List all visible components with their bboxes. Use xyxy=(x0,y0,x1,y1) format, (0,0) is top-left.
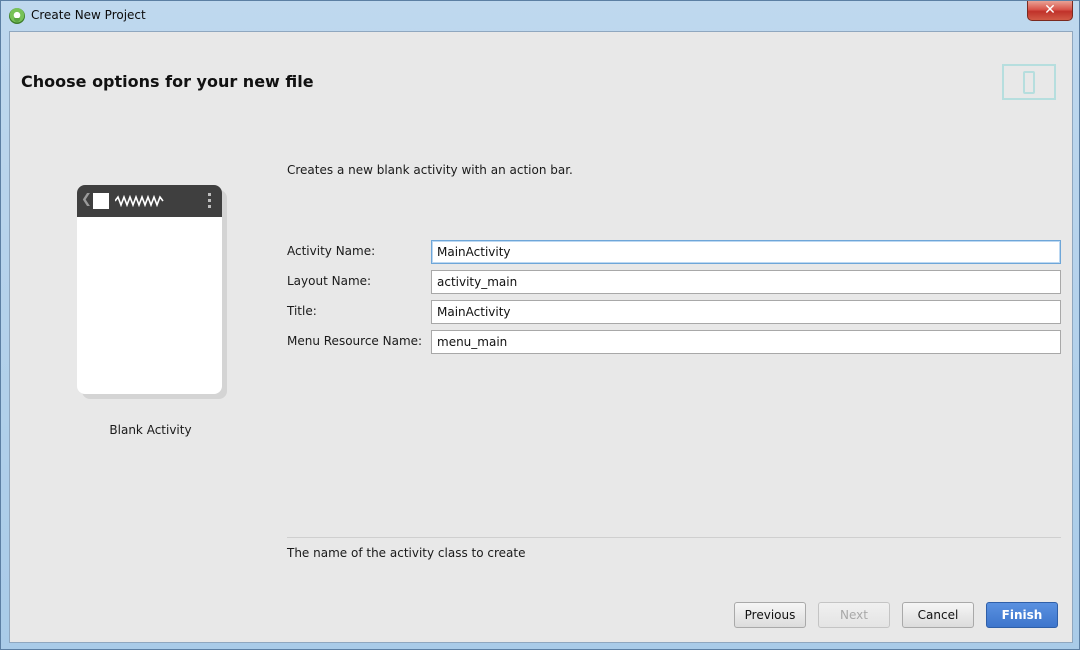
overflow-menu-icon xyxy=(208,193,211,209)
title-label: Title: xyxy=(287,304,317,318)
page-title: Choose options for your new file xyxy=(21,72,314,91)
layout-name-label: Layout Name: xyxy=(287,274,372,288)
create-new-project-window: Create New Project ✕ Choose options for … xyxy=(0,0,1080,650)
preview-action-bar: ❮ xyxy=(77,185,222,217)
menu-resource-name-input[interactable] xyxy=(431,330,1061,354)
layout-name-input[interactable] xyxy=(431,270,1061,294)
title-input[interactable] xyxy=(431,300,1061,324)
activity-name-input[interactable] xyxy=(431,240,1061,264)
menu-resource-name-label: Menu Resource Name: xyxy=(287,334,423,348)
window-title: Create New Project xyxy=(31,8,146,22)
previous-button[interactable]: Previous xyxy=(734,602,806,628)
title-placeholder-icon xyxy=(115,195,164,207)
finish-button[interactable]: Finish xyxy=(986,602,1058,628)
next-button[interactable]: Next xyxy=(818,602,890,628)
divider xyxy=(287,537,1061,538)
template-preview: ❮ xyxy=(77,185,222,394)
template-name: Blank Activity xyxy=(109,423,192,437)
app-logo-icon xyxy=(93,193,109,209)
title-bar[interactable]: Create New Project ✕ xyxy=(1,1,1079,31)
cancel-button[interactable]: Cancel xyxy=(902,602,974,628)
phone-icon xyxy=(1023,71,1035,94)
field-hint: The name of the activity class to create xyxy=(287,546,526,560)
back-chevron-icon: ❮ xyxy=(81,192,92,207)
template-description: Creates a new blank activity with an act… xyxy=(287,163,573,177)
android-studio-icon xyxy=(9,8,25,24)
activity-name-label: Activity Name: xyxy=(287,244,376,258)
dialog-content: Choose options for your new file ❮ Blank… xyxy=(9,31,1073,643)
device-icon xyxy=(1002,64,1056,100)
close-button[interactable]: ✕ xyxy=(1027,1,1073,21)
